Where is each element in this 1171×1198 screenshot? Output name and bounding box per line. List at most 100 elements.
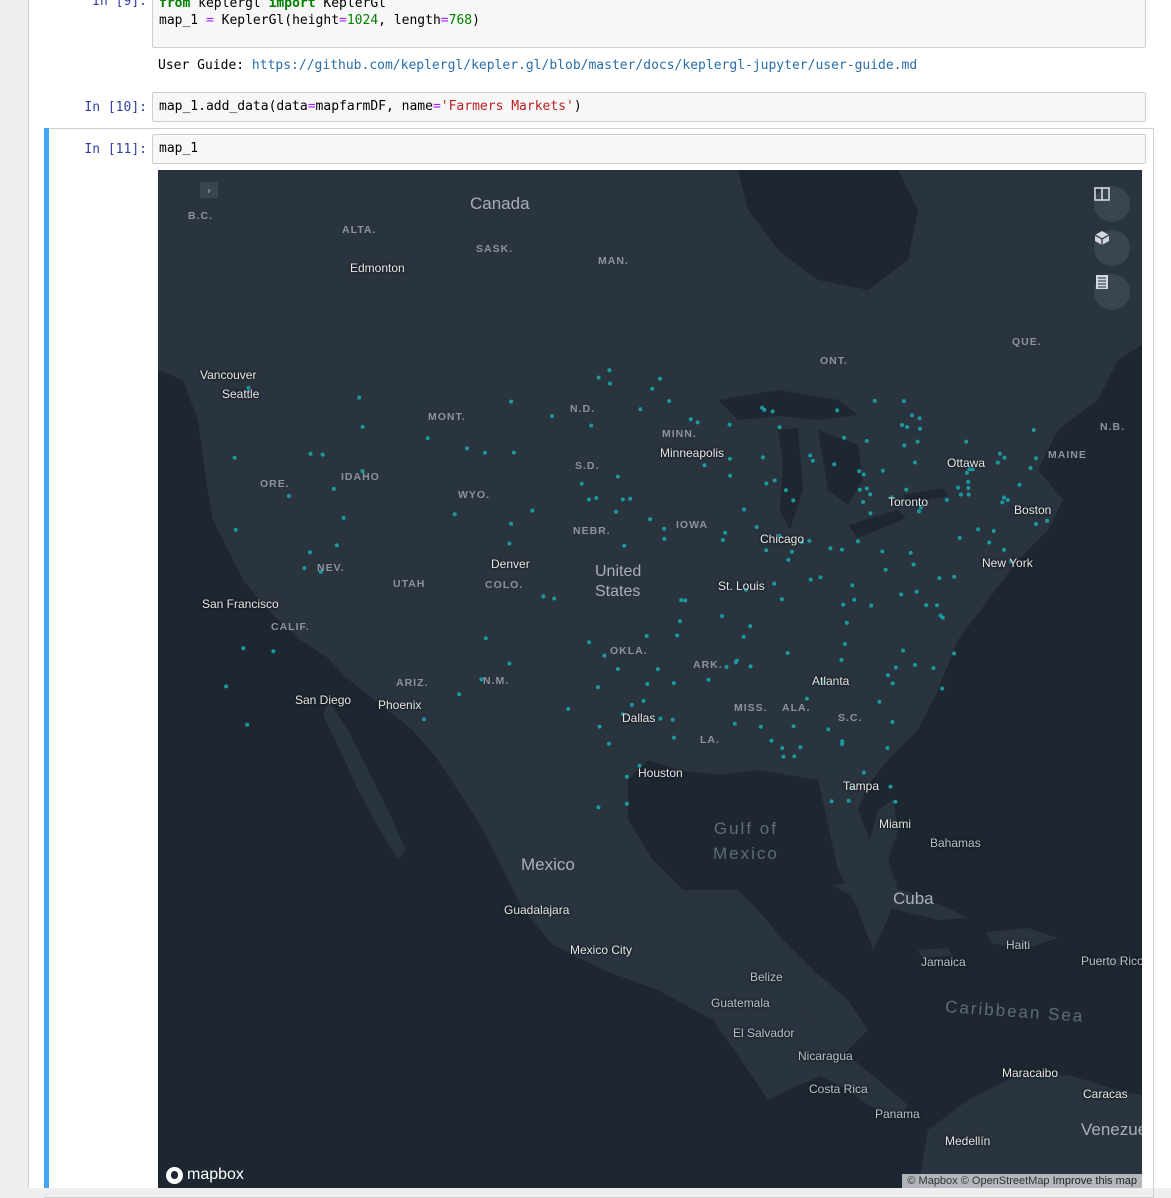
- label-canada: Canada: [470, 194, 530, 213]
- market-point: [334, 543, 339, 548]
- label-guadalajara: Guadalajara: [504, 903, 570, 917]
- market-point: [734, 658, 739, 663]
- label-houston: Houston: [638, 766, 683, 780]
- market-point: [723, 530, 728, 535]
- market-point: [864, 486, 869, 491]
- kepler-map[interactable]: Canada B.C. ALTA. SASK. MAN. Edmonton ON…: [158, 170, 1142, 1188]
- market-point: [727, 456, 732, 461]
- label-utah: UTAH: [393, 578, 426, 590]
- label-mexico-city: Mexico City: [570, 943, 633, 957]
- label-colo: COLO.: [485, 579, 524, 591]
- label-man: MAN.: [598, 255, 629, 267]
- market-point: [840, 742, 845, 747]
- attribution-mapbox-link[interactable]: © Mapbox: [907, 1175, 957, 1187]
- market-point: [868, 511, 873, 516]
- label-miss: MISS.: [734, 702, 768, 714]
- market-point: [662, 526, 667, 531]
- market-point: [772, 581, 777, 586]
- market-point: [1045, 518, 1050, 523]
- market-point: [835, 408, 840, 413]
- market-point: [587, 640, 592, 645]
- market-point: [552, 596, 557, 601]
- market-point: [607, 741, 611, 746]
- market-point: [422, 717, 426, 722]
- label-haiti: Haiti: [1006, 938, 1031, 952]
- selected-cell-indicator: [44, 128, 49, 1188]
- market-point: [670, 717, 675, 722]
- market-point: [885, 746, 890, 750]
- market-point: [566, 706, 571, 711]
- market-point: [966, 486, 971, 490]
- chevron-right-icon[interactable]: ›: [200, 182, 218, 198]
- market-point: [888, 784, 893, 789]
- cell-11-input[interactable]: map_1: [152, 134, 1146, 164]
- legend-button[interactable]: [1094, 274, 1130, 310]
- label-gulf-of-mexico: Gulf of Mexico: [713, 819, 779, 863]
- market-point: [777, 425, 782, 430]
- market-point: [550, 414, 554, 419]
- market-point: [832, 462, 837, 467]
- market-point: [1002, 547, 1006, 552]
- market-point: [910, 413, 914, 418]
- split-map-icon: [1094, 187, 1110, 201]
- market-point: [683, 598, 688, 603]
- market-point: [804, 696, 809, 701]
- market-point: [940, 686, 945, 691]
- market-point: [808, 577, 813, 582]
- market-point: [966, 492, 971, 497]
- market-point: [596, 375, 601, 380]
- market-point: [901, 399, 906, 404]
- market-point: [899, 592, 904, 597]
- market-point: [507, 541, 512, 546]
- market-point: [829, 799, 834, 804]
- label-sc: S.C.: [838, 712, 863, 724]
- user-guide-link[interactable]: https://github.com/keplergl/kepler.gl/bl…: [252, 58, 917, 73]
- label-sask: SASK.: [476, 243, 514, 255]
- market-point: [861, 472, 866, 477]
- market-point: [844, 620, 849, 625]
- label-nev: NEV.: [317, 562, 345, 574]
- market-point: [883, 567, 888, 572]
- market-point: [791, 498, 796, 503]
- mapbox-logo[interactable]: mapbox: [166, 1166, 244, 1184]
- label-belize: Belize: [750, 970, 783, 984]
- market-point: [645, 682, 650, 686]
- label-toronto: Toronto: [888, 495, 929, 509]
- label-ont: ONT.: [820, 355, 848, 367]
- split-map-button[interactable]: [1094, 186, 1130, 222]
- market-point: [341, 515, 346, 520]
- market-point: [958, 492, 963, 497]
- market-point: [620, 497, 625, 502]
- cell-9-input[interactable]: from keplergl import KeplerGl map_1 = Ke…: [152, 0, 1146, 48]
- label-mexico: Mexico: [521, 855, 575, 874]
- cell-10-input[interactable]: map_1.add_data(data=mapfarmDF, name='Far…: [152, 92, 1146, 122]
- market-point: [764, 548, 769, 553]
- toggle-3d-button[interactable]: [1094, 230, 1130, 266]
- market-point: [1017, 482, 1022, 487]
- label-ariz: ARIZ.: [396, 677, 429, 689]
- market-point: [912, 460, 917, 465]
- market-point: [628, 496, 633, 501]
- market-point: [991, 529, 996, 533]
- market-point: [724, 665, 729, 669]
- market-point: [869, 603, 874, 608]
- improve-map-link[interactable]: Improve this map: [1053, 1175, 1137, 1187]
- market-point: [596, 685, 600, 690]
- market-point: [607, 381, 612, 386]
- label-jamaica: Jamaica: [921, 955, 966, 969]
- attribution-osm-link[interactable]: © OpenStreetMap: [961, 1175, 1050, 1187]
- market-point: [586, 497, 591, 502]
- market-point: [541, 594, 546, 599]
- market-point: [728, 473, 733, 478]
- label-ark: ARK.: [693, 659, 723, 671]
- market-point: [596, 805, 601, 810]
- label-ore: ORE.: [260, 478, 290, 490]
- market-point: [589, 423, 594, 428]
- market-point: [741, 634, 746, 639]
- market-point: [727, 422, 732, 427]
- market-point: [638, 407, 643, 412]
- market-point: [644, 634, 649, 638]
- market-point: [594, 496, 599, 500]
- market-point: [754, 525, 759, 529]
- market-point: [893, 799, 898, 804]
